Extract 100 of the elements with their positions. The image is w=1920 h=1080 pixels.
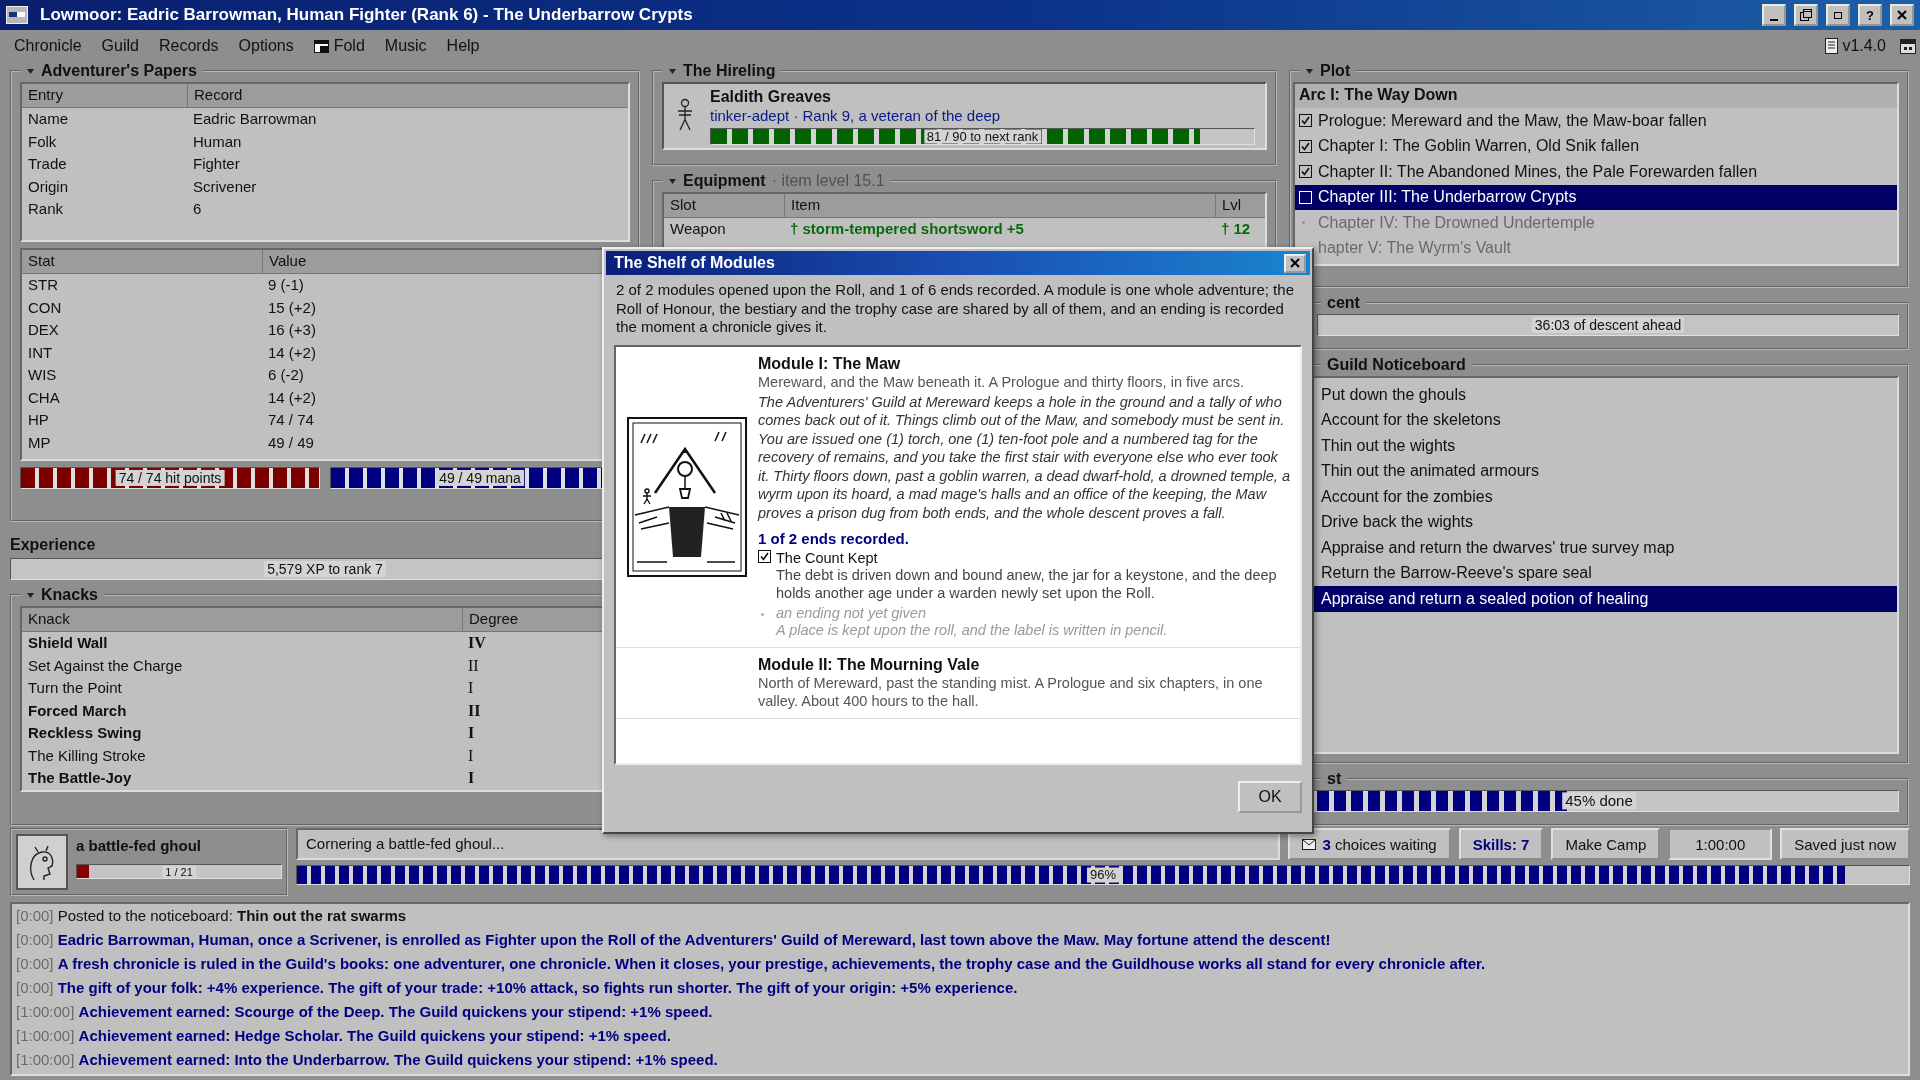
document-icon[interactable]	[1825, 38, 1839, 54]
person-icon	[676, 98, 694, 132]
chapter-item[interactable]: Chapter I: The Goblin Warren, Old Snik fallen	[1295, 133, 1897, 159]
column-header[interactable]: Slot	[664, 194, 702, 217]
bar-label: 96%	[1087, 867, 1119, 883]
module-title: Module I: The Maw	[758, 354, 902, 373]
menu-item[interactable]: Help	[436, 34, 490, 58]
column-header[interactable]: Lvl	[1215, 194, 1248, 217]
log-entry: [1:00:00] Achievement earned: Hedge Scholar. The Guild quickens your stipend: +1% speed.	[16, 1026, 671, 1046]
bar-label: 74 / 74 hit points	[115, 469, 225, 487]
column-header[interactable]: Record	[187, 84, 249, 107]
caret-icon[interactable]	[26, 590, 35, 600]
restore-icon	[1799, 8, 1813, 22]
ending-name: an ending not yet given	[776, 605, 927, 621]
maximize-icon	[1832, 9, 1844, 21]
menu-item[interactable]: Records	[148, 34, 229, 58]
bullet-icon	[1302, 221, 1305, 225]
section-title: Experience	[10, 536, 96, 554]
column-header[interactable]: Knack	[22, 608, 76, 631]
checkbox[interactable]	[1299, 114, 1312, 128]
bar-label: 49 / 49 mana	[436, 469, 524, 487]
checkbox[interactable]	[1299, 165, 1312, 179]
menu-item[interactable]: Fold	[303, 34, 375, 58]
table-cell-text: Human	[192, 131, 243, 152]
checkbox[interactable]	[758, 550, 771, 563]
caret-icon[interactable]	[668, 66, 677, 76]
clock-readout[interactable]: 1:00:00	[1668, 828, 1773, 860]
table-cell-text: INT	[27, 342, 54, 363]
table-cell-text: † storm-tempered shortsword +5	[789, 219, 1025, 239]
ok-button[interactable]: OK	[1238, 781, 1302, 814]
group-title: Equipment	[683, 172, 766, 190]
module-summary: North of Mereward, past the standing mist. A Prologue and six chapters, in one valley. About 400 hours to the hall.	[758, 674, 1264, 710]
table-cell-text: 49 / 49	[267, 432, 315, 453]
chapter-item[interactable]: Prologue: Mereward and the Maw, the Maw-boar fallen	[1295, 108, 1897, 134]
column-header[interactable]: Stat	[22, 250, 61, 273]
table-cell-text: CHA	[27, 387, 61, 408]
column-header[interactable]: Item	[784, 194, 827, 217]
status-button[interactable]: Saved just now	[1780, 828, 1910, 860]
dialog-title: The Shelf of Modules	[614, 254, 776, 272]
table-cell-text: II	[467, 655, 480, 676]
table-cell-text: STR	[27, 275, 59, 295]
close-button[interactable]	[1890, 4, 1914, 26]
group-title: cent	[1327, 294, 1360, 312]
table-cell-text: Name	[27, 109, 69, 129]
table-cell-text: DEX	[27, 320, 60, 340]
restore-button[interactable]	[1794, 4, 1818, 26]
status-button[interactable]: Make Camp	[1551, 828, 1661, 860]
table-cell-text: 16 (+3)	[267, 320, 317, 340]
table-cell-text: 9 (-1)	[267, 275, 305, 295]
foe-name: a battle-fed ghoul	[76, 837, 201, 854]
version-label: v1.4.0	[1842, 37, 1886, 55]
table-cell-text: Set Against the Charge	[27, 655, 184, 676]
envelope-icon	[1302, 838, 1317, 850]
ending-name: The Count Kept	[776, 550, 879, 566]
endings-summary: 1 of 2 ends recorded.	[758, 530, 910, 547]
log-entry: [0:00] Posted to the noticeboard: Thin out the rat swarms	[16, 906, 407, 926]
chapter-item[interactable]: Chapter III: The Underbarrow Crypts	[1295, 184, 1897, 210]
group-title: st	[1327, 770, 1342, 788]
hireling-name: Ealdith Greaves	[710, 88, 831, 106]
log-entry: [0:00] A fresh chronicle is ruled in the Guild's books: one adventurer, one chronicle. When it closes, your prestige, achievements, the trophy case and the Guildhouse works all stand for every chronicle after.	[16, 954, 1486, 974]
table-cell-text: The Killing Stroke	[27, 745, 147, 766]
menu-item[interactable]: Guild	[91, 34, 149, 58]
column-header[interactable]: Entry	[22, 84, 69, 107]
window-title: Lowmoor: Eadric Barrowman, Human Fighter (Rank 6) - The Underbarrow Crypts	[40, 5, 694, 25]
chapter-item[interactable]: Chapter II: The Abandoned Mines, the Pale Forewarden fallen	[1295, 159, 1897, 185]
maximize-button[interactable]	[1826, 4, 1850, 26]
table-cell-text: 6	[192, 199, 203, 219]
bar-label: 45% done	[1562, 792, 1636, 810]
table-cell-text: 15 (+2)	[267, 297, 317, 318]
ending-description: The debt is driven down and bound anew, the jar for a keystone, and the deep holds another age under a warden newly set upon the Roll.	[776, 566, 1278, 602]
column-header[interactable]: Value	[262, 250, 313, 273]
help-button[interactable]: ?	[1858, 4, 1882, 26]
checkbox[interactable]	[1299, 139, 1312, 153]
table-cell-text: Forced March	[27, 700, 128, 721]
table-cell-text: I	[467, 723, 476, 743]
caret-icon[interactable]	[668, 176, 677, 186]
bar-label: 5,579 XP to rank 7	[264, 560, 386, 578]
minimize-button[interactable]	[1762, 4, 1786, 26]
choices-button[interactable]: 3 choices waiting	[1288, 828, 1451, 860]
table-cell-text: HP	[27, 410, 50, 430]
group-title: Plot	[1320, 62, 1351, 80]
menu-item[interactable]: Music	[374, 34, 437, 58]
module-title: Module II: The Mourning Vale	[758, 656, 981, 674]
menu-item[interactable]: Options	[228, 34, 304, 58]
module-description: The Adventurers' Guild at Mereward keeps a hole in the ground and a tally of who comes back out of it. Things climb out of the Maw, and somebody must be sent in. You are issued one (1) torch, one (1) ten-foot pole and a numbered tag for the recovery of remains, and you take the first stair with everyone else who ever took it. Thirty floors down, past a goblin warren, a dead dwarf-hold, a drowned temple, a wyrm upon its hoard, a mad mage's halls and an office of the keeping, the Maw proves a prison dug from both ends, and the whole descent proves a fall.	[758, 392, 1291, 522]
table-cell-text: The Battle-Joy	[27, 768, 133, 788]
caret-icon[interactable]	[1305, 66, 1314, 76]
table-cell-text: Trade	[27, 154, 68, 174]
table-cell-text: Rank	[27, 199, 65, 219]
skills-button[interactable]: Skills: 7	[1458, 828, 1544, 860]
creature-icon	[16, 834, 68, 890]
calendar-icon[interactable]	[1900, 38, 1916, 54]
caret-icon[interactable]	[26, 66, 35, 76]
log-entry: [1:00:00] Achievement earned: Into the Underbarrow. The Guild quickens your stipend: +1% speed.	[16, 1050, 718, 1070]
dialog-intro: 2 of 2 modules opened upon the Roll, and 1 of 6 ends recorded. A module is one whole adventure; the Roll of Honour, the bestiary and the trophy case are shared by all of them, and an ending is recorded the moment a chronicle gives it.	[615, 280, 1295, 337]
close-button[interactable]	[1284, 253, 1306, 273]
group-title: Adventurer's Papers	[41, 62, 197, 80]
table-cell-text: I	[467, 768, 476, 788]
menu-item[interactable]: Chronicle	[4, 34, 92, 58]
column-header[interactable]: Degree	[462, 608, 525, 631]
